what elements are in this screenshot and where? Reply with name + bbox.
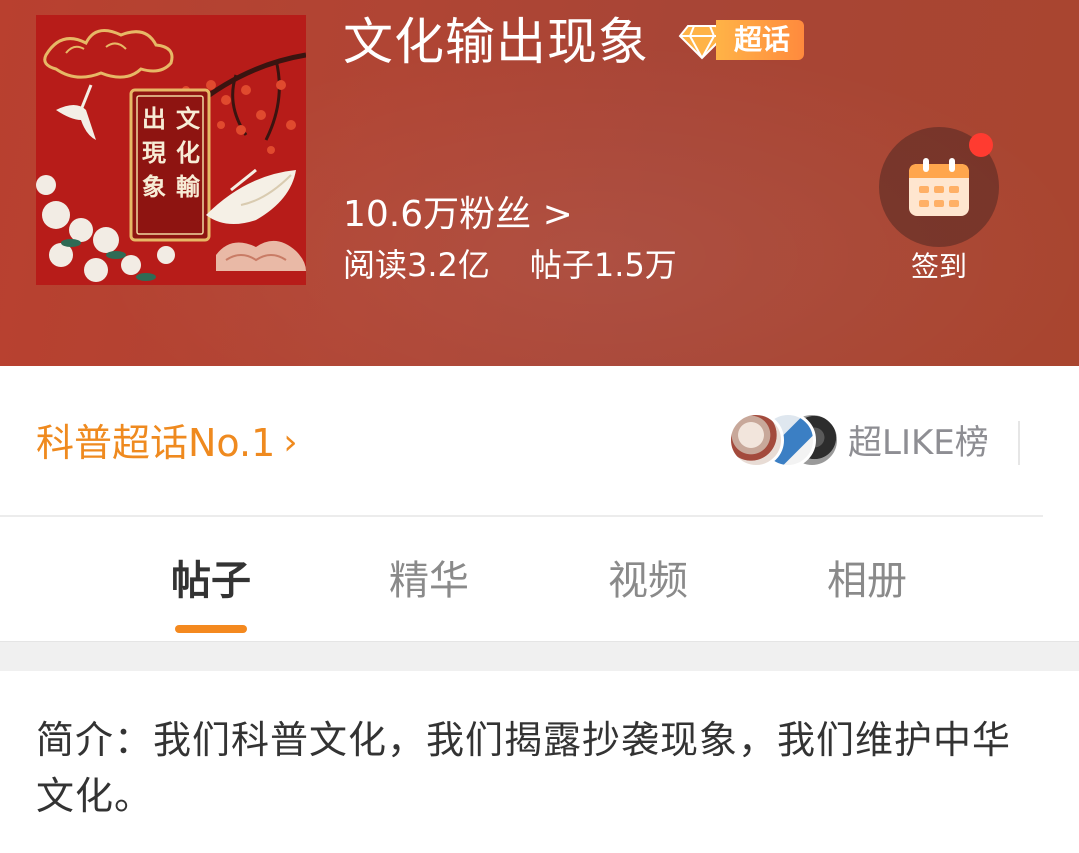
svg-text:出: 出 [142, 104, 166, 133]
checkin-label[interactable]: 签到 [879, 249, 999, 285]
svg-text:現: 現 [142, 138, 166, 167]
active-tab-indicator [175, 625, 247, 633]
svg-text:象: 象 [142, 172, 166, 201]
post-count: 帖子1.5万 [529, 246, 677, 284]
calendar-icon [909, 158, 969, 216]
rank-row: 科普超话No.1 › 超LIKE榜 [0, 366, 1079, 516]
chevron-right-icon: › [283, 422, 298, 463]
topic-title: 文化输出现象 [343, 13, 649, 71]
avatar [728, 412, 784, 468]
divider [1018, 421, 1020, 465]
like-board-avatars[interactable] [728, 412, 848, 468]
tab-videos[interactable]: 视频 [578, 555, 718, 607]
like-board-label[interactable]: 超LIKE榜 [848, 418, 989, 468]
topic-stats: 阅读3.2亿 帖子1.5万 [343, 244, 677, 286]
tab-albums[interactable]: 相册 [797, 555, 937, 607]
checkin-button[interactable] [879, 127, 999, 247]
read-count: 阅读3.2亿 [343, 246, 490, 284]
content-tabs: 帖子 精华 视频 相册 [0, 517, 1079, 641]
super-topic-badge-label: 超话 [716, 20, 805, 60]
cover-artwork: 文 化 輸 出 現 象 [36, 15, 306, 285]
tab-posts[interactable]: 帖子 [141, 555, 281, 607]
svg-text:輸: 輸 [176, 172, 201, 201]
topic-introduction: 简介：我们科普文化，我们揭露抄袭现象，我们维护中华文化。 [36, 718, 1012, 818]
tab-featured[interactable]: 精华 [359, 555, 499, 607]
super-topic-badge[interactable]: 超话 [678, 18, 805, 62]
topic-header: 文 化 輸 出 現 象 文化输出现象 超话 10.6万粉丝 > 阅读3.2亿 帖… [0, 0, 1079, 366]
fans-count-link[interactable]: 10.6万粉丝 > [343, 193, 573, 237]
section-separator [0, 641, 1079, 671]
notification-dot [969, 133, 993, 157]
topic-cover-image[interactable]: 文 化 輸 出 現 象 [36, 15, 306, 285]
svg-text:文: 文 [176, 104, 201, 133]
category-rank-link[interactable]: 科普超话No.1 › [36, 418, 298, 468]
svg-text:化: 化 [176, 138, 200, 167]
category-rank-label: 科普超话No.1 [36, 421, 276, 465]
